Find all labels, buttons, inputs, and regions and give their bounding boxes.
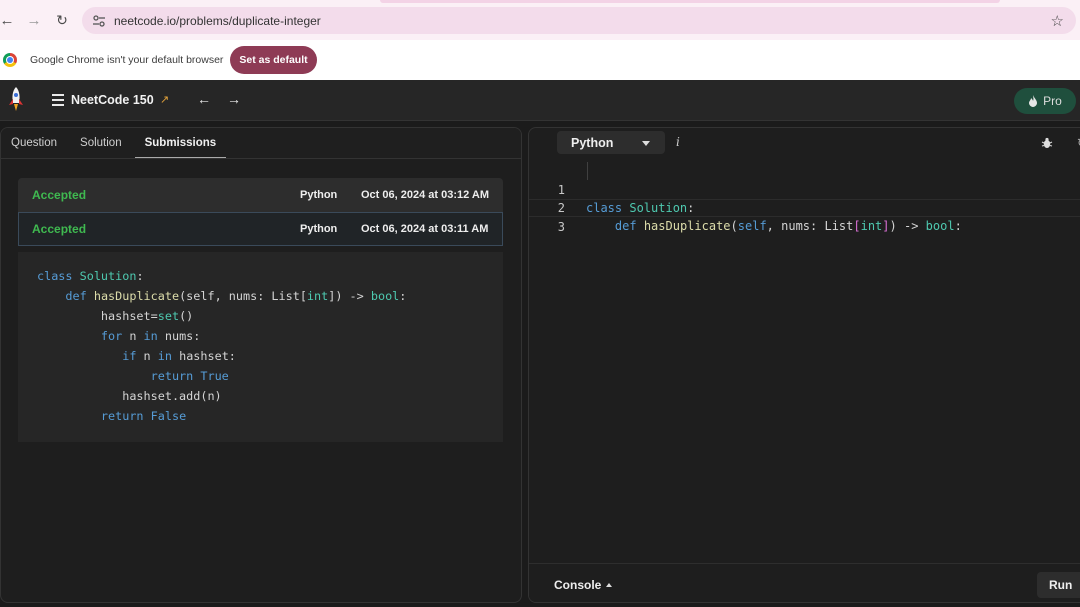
code-line: return True — [150, 369, 229, 383]
left-panel: Question Solution Submissions Accepted P… — [0, 127, 522, 603]
neetcode-rocket-logo[interactable] — [7, 86, 25, 114]
code-line: class Solution: — [37, 269, 144, 283]
pro-button[interactable]: Pro — [1014, 88, 1076, 114]
tab-question[interactable]: Question — [1, 128, 67, 158]
bookmark-star-icon[interactable]: ☆ — [1051, 12, 1064, 30]
submission-status: Accepted — [32, 222, 87, 236]
tab-submissions[interactable]: Submissions — [134, 128, 227, 158]
submission-date: Oct 06, 2024 at 03:11 AM — [361, 223, 489, 235]
default-browser-infobar: Google Chrome isn't your default browser — [0, 40, 1080, 80]
submission-status: Accepted — [32, 188, 87, 202]
code-line: hashset.add(n) — [37, 389, 222, 403]
chevron-down-icon[interactable] — [642, 141, 650, 146]
app-header: NeetCode 150 ↗︎ ← → — [0, 80, 1080, 121]
submission-date: Oct 06, 2024 at 03:12 AM — [361, 189, 489, 201]
submission-language: Python — [300, 189, 338, 201]
pro-label: Pro — [1043, 94, 1062, 108]
editor-line[interactable]: 2 def hasDuplicate(self, nums: List[int]… — [529, 181, 1080, 233]
external-link-icon[interactable]: ↗︎ — [160, 93, 169, 106]
submission-language: Python — [300, 223, 338, 235]
previous-problem-icon[interactable]: ← — [197, 91, 211, 107]
code-line: return False — [100, 409, 187, 423]
submission-row[interactable]: Accepted Python Oct 06, 2024 at 03:12 AM — [18, 178, 503, 212]
run-button[interactable]: Run — [1037, 572, 1080, 598]
line-number: 3 — [557, 220, 565, 234]
address-bar[interactable]: neetcode.io/problems/duplicate-integer ☆ — [82, 7, 1076, 34]
problem-list-title[interactable]: NeetCode 150 — [71, 93, 154, 107]
url-text[interactable]: neetcode.io/problems/duplicate-integer — [114, 14, 321, 28]
infobar-message: Google Chrome isn't your default browser — [30, 54, 224, 66]
browser-toolbar: ← → ↻ neetcode.io/problems/duplicate-int… — [0, 0, 1080, 40]
language-select-value: Python — [571, 135, 614, 150]
editor-footer: Console Run — [529, 563, 1080, 602]
back-icon[interactable]: ← — [0, 7, 20, 33]
tab-strip — [380, 0, 1000, 3]
code-line: if n in hashset: — [122, 349, 236, 363]
reload-icon[interactable]: ↻ — [49, 7, 75, 33]
console-label: Console — [554, 578, 602, 592]
submitted-code-block: class Solution: def hasDuplicate(self, n… — [18, 252, 503, 442]
editor-panel: Python i ↻ 1 class Solution: 2 def hasDu… — [528, 127, 1080, 603]
problem-list-icon[interactable] — [52, 94, 64, 106]
chrome-logo-icon — [3, 53, 17, 67]
editor-line[interactable]: 1 class Solution: — [529, 163, 1080, 215]
indent-guide — [587, 162, 588, 180]
forward-icon[interactable]: → — [21, 7, 47, 33]
console-toggle-button[interactable]: Console — [554, 578, 613, 592]
site-settings-icon[interactable] — [92, 14, 106, 28]
code-line: hashset=set() — [37, 309, 194, 323]
submission-row-selected[interactable]: Accepted Python Oct 06, 2024 at 03:11 AM — [18, 212, 503, 246]
code-line: def hasDuplicate(self, nums: List[int]) … — [65, 289, 407, 303]
flame-icon — [1029, 95, 1038, 107]
bug-icon[interactable] — [1041, 137, 1053, 149]
code-editor[interactable]: 1 class Solution: 2 def hasDuplicate(sel… — [529, 162, 1080, 562]
set-as-default-button[interactable]: Set as default — [230, 46, 317, 74]
tab-solution[interactable]: Solution — [70, 128, 132, 158]
info-icon[interactable]: i — [676, 135, 680, 149]
code-line: for n in nums: — [100, 329, 201, 343]
left-tabs: Question Solution Submissions — [1, 128, 521, 159]
next-problem-icon[interactable]: → — [227, 91, 241, 107]
editor-line-current[interactable]: 3 — [529, 199, 1080, 234]
chevron-up-icon — [606, 583, 613, 587]
run-label: Run — [1049, 578, 1073, 592]
